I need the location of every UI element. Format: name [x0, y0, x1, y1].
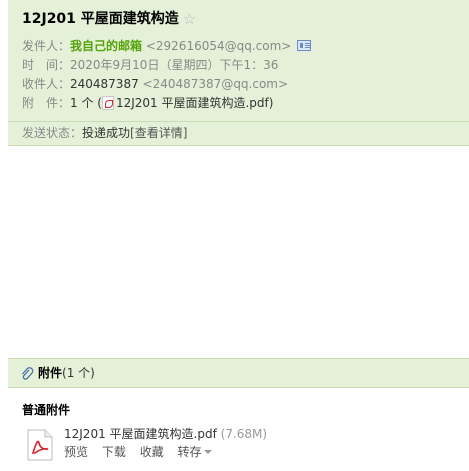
attachment-file: 12J201 平屋面建筑构造.pdf (7.68M) — [64, 426, 267, 443]
attachment-close-paren: ) — [268, 96, 274, 110]
forward-label: 转存 — [177, 445, 202, 459]
attachments-count: (1 个) — [62, 366, 95, 380]
status-label: 发送状态： — [22, 126, 83, 140]
attachment-file-name[interactable]: 12J201 平屋面建筑构造.pdf — [64, 427, 217, 441]
attachments-header: 附件(1 个) — [8, 358, 469, 388]
delivery-status: 发送状态：投递成功[查看详情] — [22, 124, 187, 143]
recipient-address: <240487387@qq.com> — [142, 77, 289, 91]
email-subject: 12J201 平屋面建筑构造 ☆ — [22, 9, 196, 29]
save-link[interactable]: 收藏 — [140, 445, 164, 459]
recipient-name[interactable]: 240487387 — [70, 77, 139, 91]
normal-attachments-label: 普通附件 — [22, 403, 71, 417]
chevron-down-icon — [203, 450, 212, 454]
contact-card-icon[interactable] — [297, 40, 312, 51]
email-view: 12J201 平屋面建筑构造 ☆ 发件人：我自己的邮箱 <292616054@qq… — [0, 0, 469, 471]
download-link[interactable]: 下载 — [102, 445, 126, 459]
subject-text: 12J201 平屋面建筑构造 — [22, 11, 179, 27]
sender-label: 发件人： — [22, 39, 71, 53]
recipient-row: 收件人：240487387 <240487387@qq.com> — [22, 75, 462, 94]
attachment-actions: 预览 下载 收藏 转存 — [64, 444, 222, 461]
header-divider — [8, 121, 469, 122]
attachment-count: 1 个 ( — [70, 96, 102, 110]
status-details-link[interactable]: [查看详情] — [130, 126, 187, 140]
sender-row: 发件人：我自己的邮箱 <292616054@qq.com> — [22, 37, 462, 56]
email-header: 12J201 平屋面建筑构造 ☆ 发件人：我自己的邮箱 <292616054@qq… — [8, 0, 469, 146]
attachment-label: 附 件： — [22, 96, 71, 110]
attachments-title: 附件(1 个) — [38, 365, 95, 382]
time-label: 时 间： — [22, 58, 71, 72]
attachments-title-text: 附件 — [38, 366, 63, 380]
sender-name[interactable]: 我自己的邮箱 — [70, 39, 142, 53]
time-value: 2020年9月10日（星期四）下午1：36 — [70, 58, 279, 72]
pdf-file-icon — [27, 429, 53, 461]
email-meta: 发件人：我自己的邮箱 <292616054@qq.com> 时 间：2020年9… — [22, 37, 462, 113]
time-row: 时 间：2020年9月10日（星期四）下午1：36 — [22, 56, 462, 75]
attachment-row: 附 件：1 个 ( 12J201 平屋面建筑构造.pdf) — [22, 94, 462, 113]
paperclip-icon — [22, 367, 34, 380]
status-value: 投递成功 — [82, 126, 131, 140]
pdf-file-icon — [101, 96, 114, 110]
star-icon[interactable]: ☆ — [183, 9, 196, 29]
attachment-file-link[interactable]: 12J201 平屋面建筑构造.pdf — [116, 96, 269, 110]
recipient-label: 收件人： — [22, 77, 71, 91]
sender-address: <292616054@qq.com> — [145, 39, 292, 53]
preview-link[interactable]: 预览 — [64, 445, 88, 459]
attachment-file-size: (7.68M) — [220, 427, 268, 441]
forward-menu[interactable]: 转存 — [178, 445, 212, 459]
